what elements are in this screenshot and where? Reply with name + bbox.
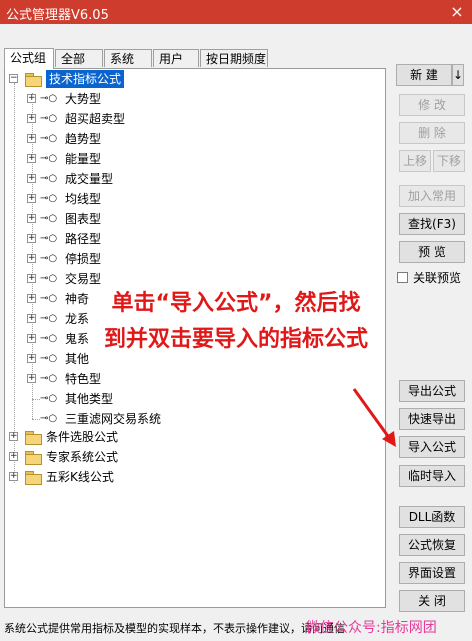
tab-formula-group[interactable]: 公式组 (4, 48, 54, 69)
export-button[interactable]: 导出公式 (399, 380, 465, 402)
tree-node-label: 趋势型 (65, 132, 102, 146)
expand-icon[interactable]: + (27, 214, 36, 223)
tree-node-label: 成交量型 (65, 172, 114, 186)
tab-system[interactable]: 系统 (104, 49, 152, 67)
tree-node-label: 大势型 (65, 92, 102, 106)
formula-key-icon: ⊸○ (40, 373, 58, 384)
formula-key-icon: ⊸○ (40, 93, 58, 104)
title-bar: 公式管理器V6.05 × (0, 0, 472, 24)
tab-user[interactable]: 用户 (153, 49, 199, 67)
tree-node-label: 超买超卖型 (65, 112, 126, 126)
annotation-arrow-icon (352, 388, 396, 447)
expand-icon[interactable]: + (27, 194, 36, 203)
tree-node-label: 能量型 (65, 152, 102, 166)
formula-key-icon: ⊸○ (40, 113, 58, 124)
expand-icon[interactable]: + (27, 134, 36, 143)
delete-button[interactable]: 删 除 (399, 122, 465, 144)
tree-node-label: 均线型 (65, 192, 102, 206)
expand-icon[interactable]: + (9, 452, 18, 461)
annotation-line-1: 单击“导入公式”，然后找 (111, 291, 361, 316)
expand-icon[interactable]: + (27, 374, 36, 383)
annotation-line-2: 到并双击要导入的指标公式 (103, 327, 368, 352)
expand-icon[interactable]: + (27, 114, 36, 123)
folder-icon (25, 471, 42, 485)
folder-icon (25, 431, 42, 445)
move-up-button[interactable]: 上移 (399, 150, 431, 172)
folder-icon (25, 451, 42, 465)
modify-button[interactable]: 修 改 (399, 94, 465, 116)
formula-key-icon: ⊸○ (40, 153, 58, 164)
tree-node-label: 其他类型 (65, 392, 114, 406)
tab-by-date[interactable]: 按日期频度 (200, 49, 268, 67)
preview-button[interactable]: 预 览 (399, 241, 465, 263)
tree-node-label: 特色型 (65, 372, 102, 386)
tree-line (14, 83, 15, 483)
move-down-button[interactable]: 下移 (433, 150, 465, 172)
tree-node-label: 技术指标公式 (46, 70, 125, 88)
formula-key-icon: ⊸○ (40, 273, 58, 284)
restore-formula-button[interactable]: 公式恢复 (399, 534, 465, 556)
expand-icon[interactable]: + (27, 274, 36, 283)
collapse-icon[interactable]: − (9, 74, 18, 83)
tree-node-label: 五彩K线公式 (46, 470, 114, 484)
formula-key-icon: ⊸○ (40, 233, 58, 244)
annotation-text: 单击“导入公式”，然后找 到并双击要导入的指标公式 (0, 286, 472, 358)
tab-all[interactable]: 全部 (55, 49, 103, 67)
expand-icon[interactable]: + (27, 94, 36, 103)
quick-export-button[interactable]: 快速导出 (399, 408, 465, 430)
tree-node-label: 停损型 (65, 252, 102, 266)
formula-key-icon: ⊸○ (40, 393, 58, 404)
folder-icon (25, 73, 42, 87)
expand-icon[interactable]: + (27, 254, 36, 263)
linked-preview-label: 关联预览 (413, 271, 462, 285)
window-title: 公式管理器V6.05 (6, 8, 109, 23)
formula-key-icon: ⊸○ (40, 173, 58, 184)
ui-settings-button[interactable]: 界面设置 (399, 562, 465, 584)
formula-key-icon: ⊸○ (40, 253, 58, 264)
formula-key-icon: ⊸○ (40, 413, 58, 424)
temp-import-button[interactable]: 临时导入 (399, 465, 465, 487)
formula-key-icon: ⊸○ (40, 133, 58, 144)
status-text: 系统公式提供常用指标及模型的实现样本，不表示操作建议，请问通信 (4, 622, 345, 635)
tree-node-label: 条件选股公式 (46, 430, 119, 444)
formula-key-icon: ⊸○ (40, 213, 58, 224)
expand-icon[interactable]: + (27, 234, 36, 243)
expand-icon[interactable]: + (9, 472, 18, 481)
import-button[interactable]: 导入公式 (399, 436, 465, 458)
expand-icon[interactable]: + (27, 174, 36, 183)
tree-node-label: 三重滤网交易系统 (65, 412, 162, 426)
new-dropdown-arrow-icon[interactable]: ↓ (452, 64, 464, 86)
close-button[interactable]: 关 闭 (399, 590, 465, 612)
expand-icon[interactable]: + (27, 154, 36, 163)
expand-icon[interactable]: + (9, 432, 18, 441)
tree-line (32, 399, 40, 400)
new-button[interactable]: 新 建 (396, 64, 452, 86)
formula-key-icon: ⊸○ (40, 193, 58, 204)
dll-functions-button[interactable]: DLL函数 (399, 506, 465, 528)
tree-node-label: 专家系统公式 (46, 450, 119, 464)
add-common-button[interactable]: 加入常用 (399, 185, 465, 207)
tree-node-label: 路径型 (65, 232, 102, 246)
close-icon[interactable]: × (442, 0, 472, 24)
tree-node-label: 图表型 (65, 212, 102, 226)
tree-line (32, 419, 40, 420)
linked-preview-checkbox[interactable] (397, 272, 408, 283)
watermark: 微信公众号:指标网团 (306, 620, 437, 636)
find-button[interactable]: 查找(F3) (399, 213, 465, 235)
